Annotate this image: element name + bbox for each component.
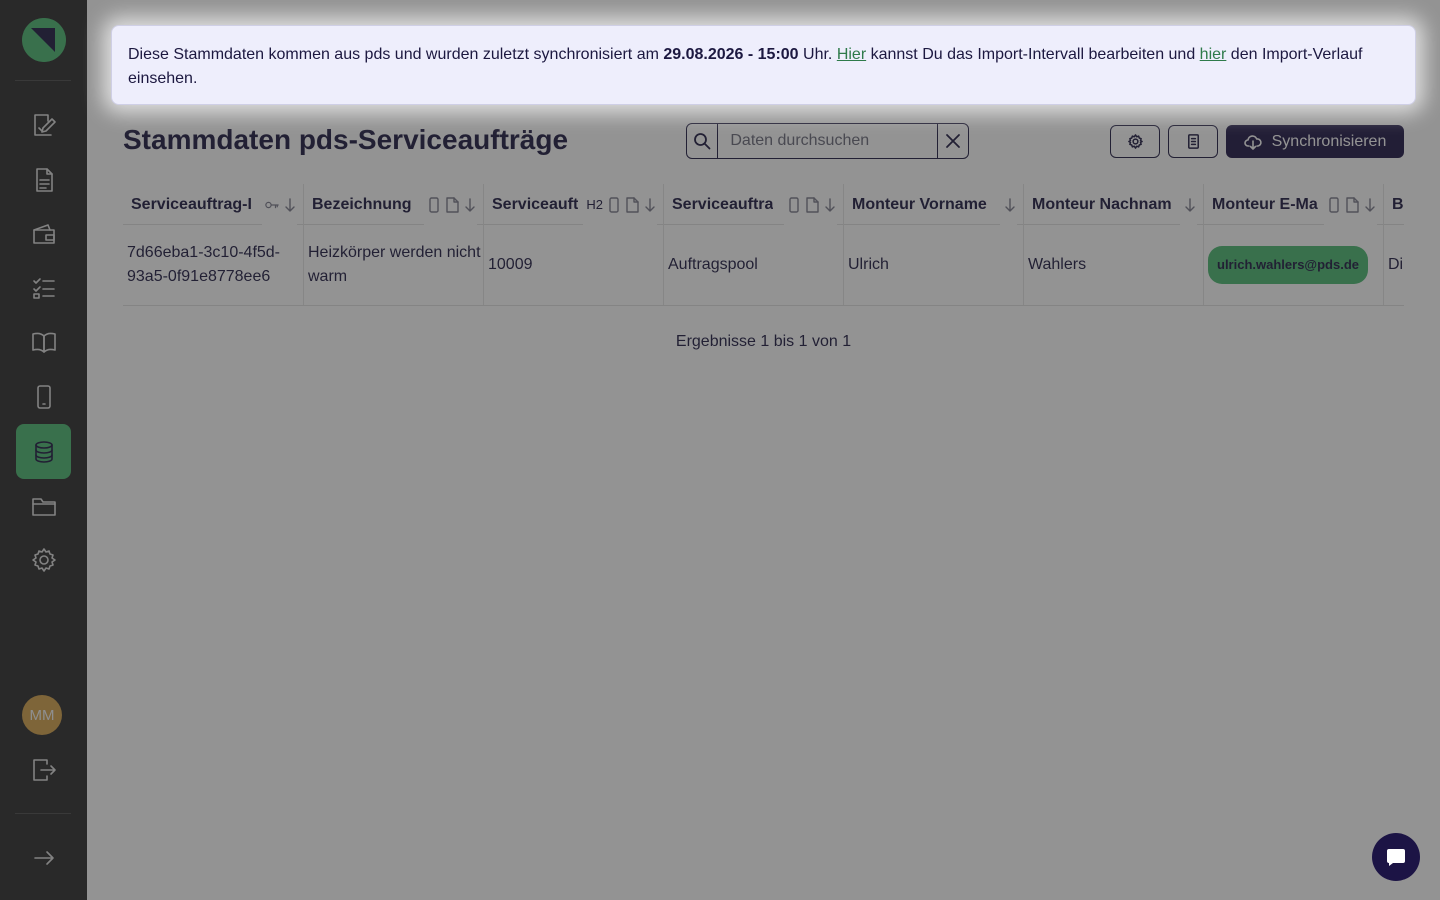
import-history-link[interactable]: hier — [1200, 46, 1227, 63]
sync-info-banner: Diese Stammdaten kommen aus pds und wurd… — [111, 25, 1416, 105]
chat-icon — [1387, 849, 1405, 866]
import-interval-link[interactable]: Hier — [837, 46, 866, 63]
chat-button[interactable] — [1372, 833, 1420, 881]
banner-text-middle: kannst Du das Import-Intervall bearbeite… — [866, 46, 1200, 63]
banner-text-uhr: Uhr. — [798, 46, 837, 63]
modal-overlay[interactable] — [0, 0, 1440, 900]
banner-sync-time: 29.08.2026 - 15:00 — [663, 46, 799, 63]
banner-text-start: Diese Stammdaten kommen aus pds und wurd… — [128, 46, 664, 63]
